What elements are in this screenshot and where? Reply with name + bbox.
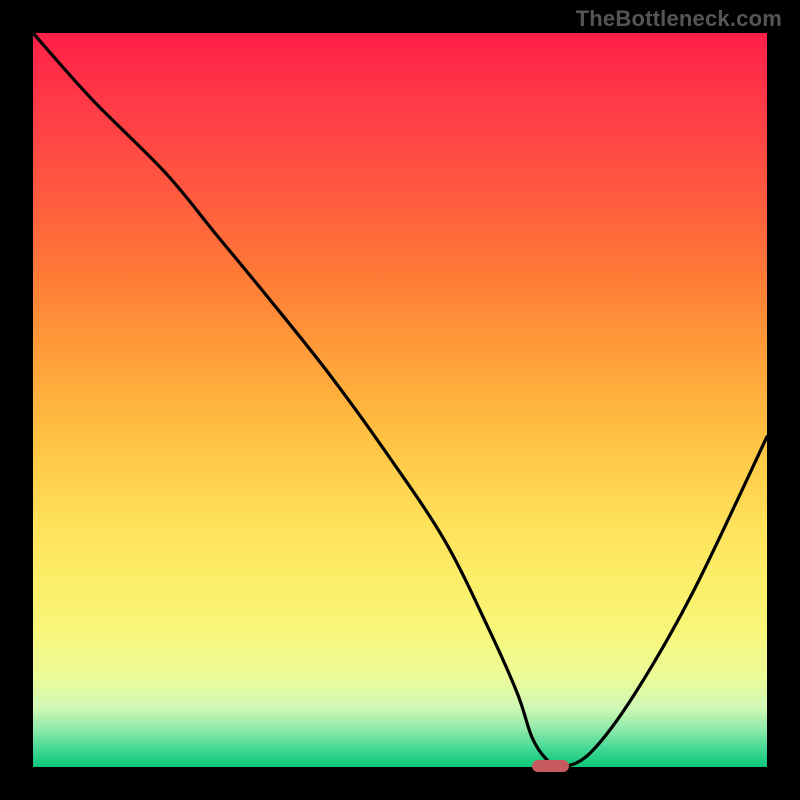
curve-path [33,33,767,767]
bottleneck-curve [33,33,767,767]
optimal-marker [532,760,569,772]
chart-frame: TheBottleneck.com [0,0,800,800]
watermark-text: TheBottleneck.com [576,6,782,32]
plot-area [33,33,767,767]
